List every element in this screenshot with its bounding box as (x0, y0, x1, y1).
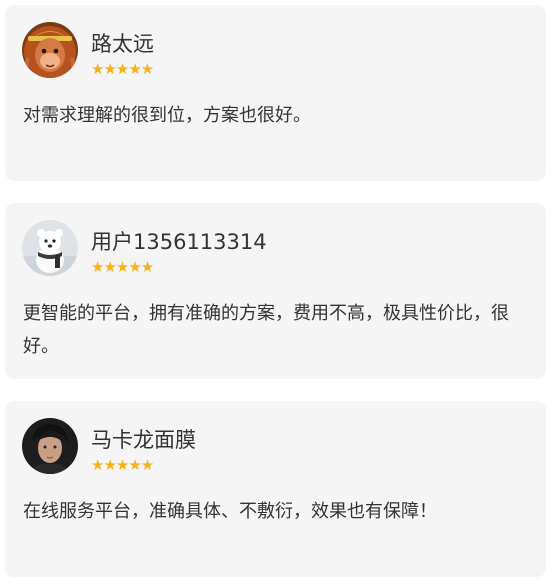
reviewer-name: 马卡龙面膜 (91, 428, 196, 452)
review-text: 对需求理解的很到位，方案也很好。 (23, 105, 311, 126)
avatar (22, 220, 78, 276)
star-rating-icon: ★★★★★ (91, 258, 154, 276)
monkey-king-avatar-icon (22, 22, 78, 78)
avatar (22, 418, 78, 474)
star-rating-icon: ★★★★★ (91, 456, 154, 474)
review-card: 路太远 ★★★★★ 对需求理解的很到位，方案也很好。 (5, 5, 546, 181)
reviewer-name: 路太远 (91, 32, 154, 56)
review-list: 路太远 ★★★★★ 对需求理解的很到位，方案也很好。 用户1356113314 … (0, 0, 554, 585)
polar-bear-avatar-icon (22, 220, 78, 276)
reviewer-name: 用户1356113314 (91, 230, 267, 254)
review-text: 在线服务平台，准确具体、不敷衍，效果也有保障！ (23, 501, 437, 522)
review-card: 用户1356113314 ★★★★★ 更智能的平台，拥有准确的方案，费用不高，极… (5, 203, 546, 379)
review-card: 马卡龙面膜 ★★★★★ 在线服务平台，准确具体、不敷衍，效果也有保障！ (5, 401, 546, 577)
star-rating-icon: ★★★★★ (91, 60, 154, 78)
avatar (22, 22, 78, 78)
review-text: 更智能的平台，拥有准确的方案，费用不高，极具性价比，很好。 (23, 303, 509, 357)
man-portrait-avatar-icon (22, 418, 78, 474)
